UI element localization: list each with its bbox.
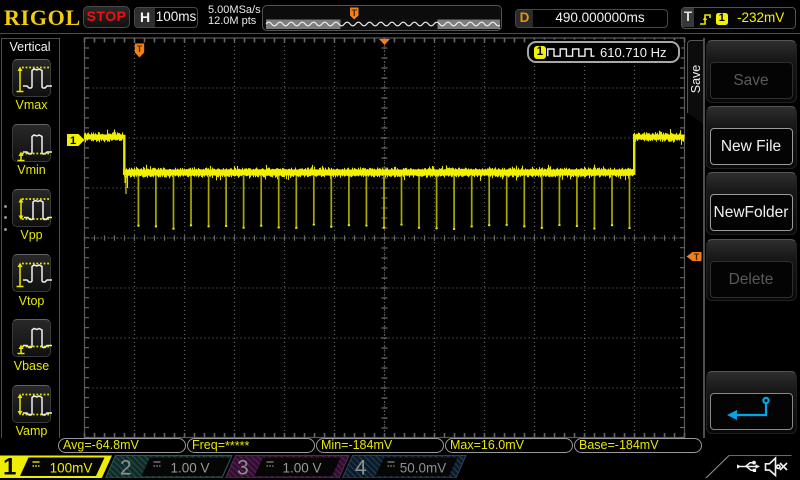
svg-text:100mV: 100mV [50, 460, 93, 475]
svg-text:3: 3 [237, 456, 249, 479]
svg-text:50.0mV: 50.0mV [400, 460, 447, 475]
svg-text:4: 4 [355, 456, 367, 479]
svg-text:1: 1 [70, 135, 76, 147]
svg-text:T: T [351, 7, 357, 17]
svg-text:1.00 V: 1.00 V [282, 460, 321, 475]
svg-text:T: T [137, 44, 143, 54]
svg-text:1.00 V: 1.00 V [170, 460, 209, 475]
svg-text:2: 2 [120, 456, 132, 479]
svg-text:1: 1 [3, 455, 16, 479]
